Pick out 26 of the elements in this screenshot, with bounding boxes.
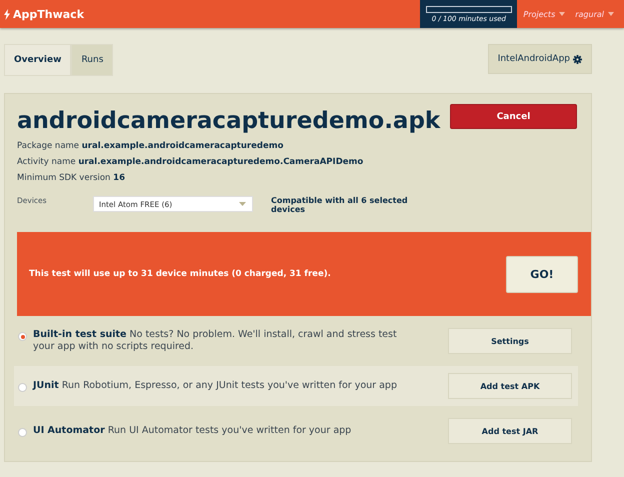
tab[interactable]: Overview	[4, 44, 72, 76]
radio-button[interactable]	[18, 332, 27, 341]
app-logo[interactable]: AppThwack	[13, 8, 84, 20]
option-description: UI Automator Run UI Automator tests you've written for your app	[33, 425, 352, 437]
option-button[interactable]: Add test JAR	[448, 418, 572, 444]
radio-button[interactable]	[18, 383, 27, 392]
go-button[interactable]: GO!	[506, 256, 578, 292]
info-line: Activity name ural.example.androidcameracapturedemo.CameraAPIDemo	[17, 156, 364, 169]
option-button[interactable]: Settings	[448, 328, 572, 354]
cancel-button[interactable]: Cancel	[450, 104, 577, 129]
gear-icon	[573, 54, 582, 64]
option-description: JUnit Run Robotium, Espresso, or any JUnit tests you've written for your app	[33, 380, 397, 392]
caret-icon	[239, 202, 246, 206]
info-line: Package name ural.example.androidcameracapturedemo	[17, 140, 284, 153]
compatibility-note: Compatible with all 6 selected devices	[271, 196, 409, 214]
project-button[interactable]: IntelAndroidApp	[488, 44, 592, 74]
option-button[interactable]: Add test APK	[448, 373, 572, 399]
lightning-icon	[4, 8, 10, 20]
app-title: androidcameracapturedemo.apk	[17, 108, 440, 134]
info-line: Minimum SDK version 16	[17, 172, 126, 185]
option-description: Built-in test suite No tests? No problem. We'll install, crawl and stress test your app with no scripts required.	[33, 329, 398, 353]
radio-button[interactable]	[18, 428, 27, 437]
caret-icon	[559, 12, 566, 16]
tab[interactable]: Runs	[71, 44, 114, 76]
banner-text: This test will use up to 31 device minutes (0 charged, 31 free).	[29, 269, 331, 279]
caret-icon	[608, 12, 614, 16]
